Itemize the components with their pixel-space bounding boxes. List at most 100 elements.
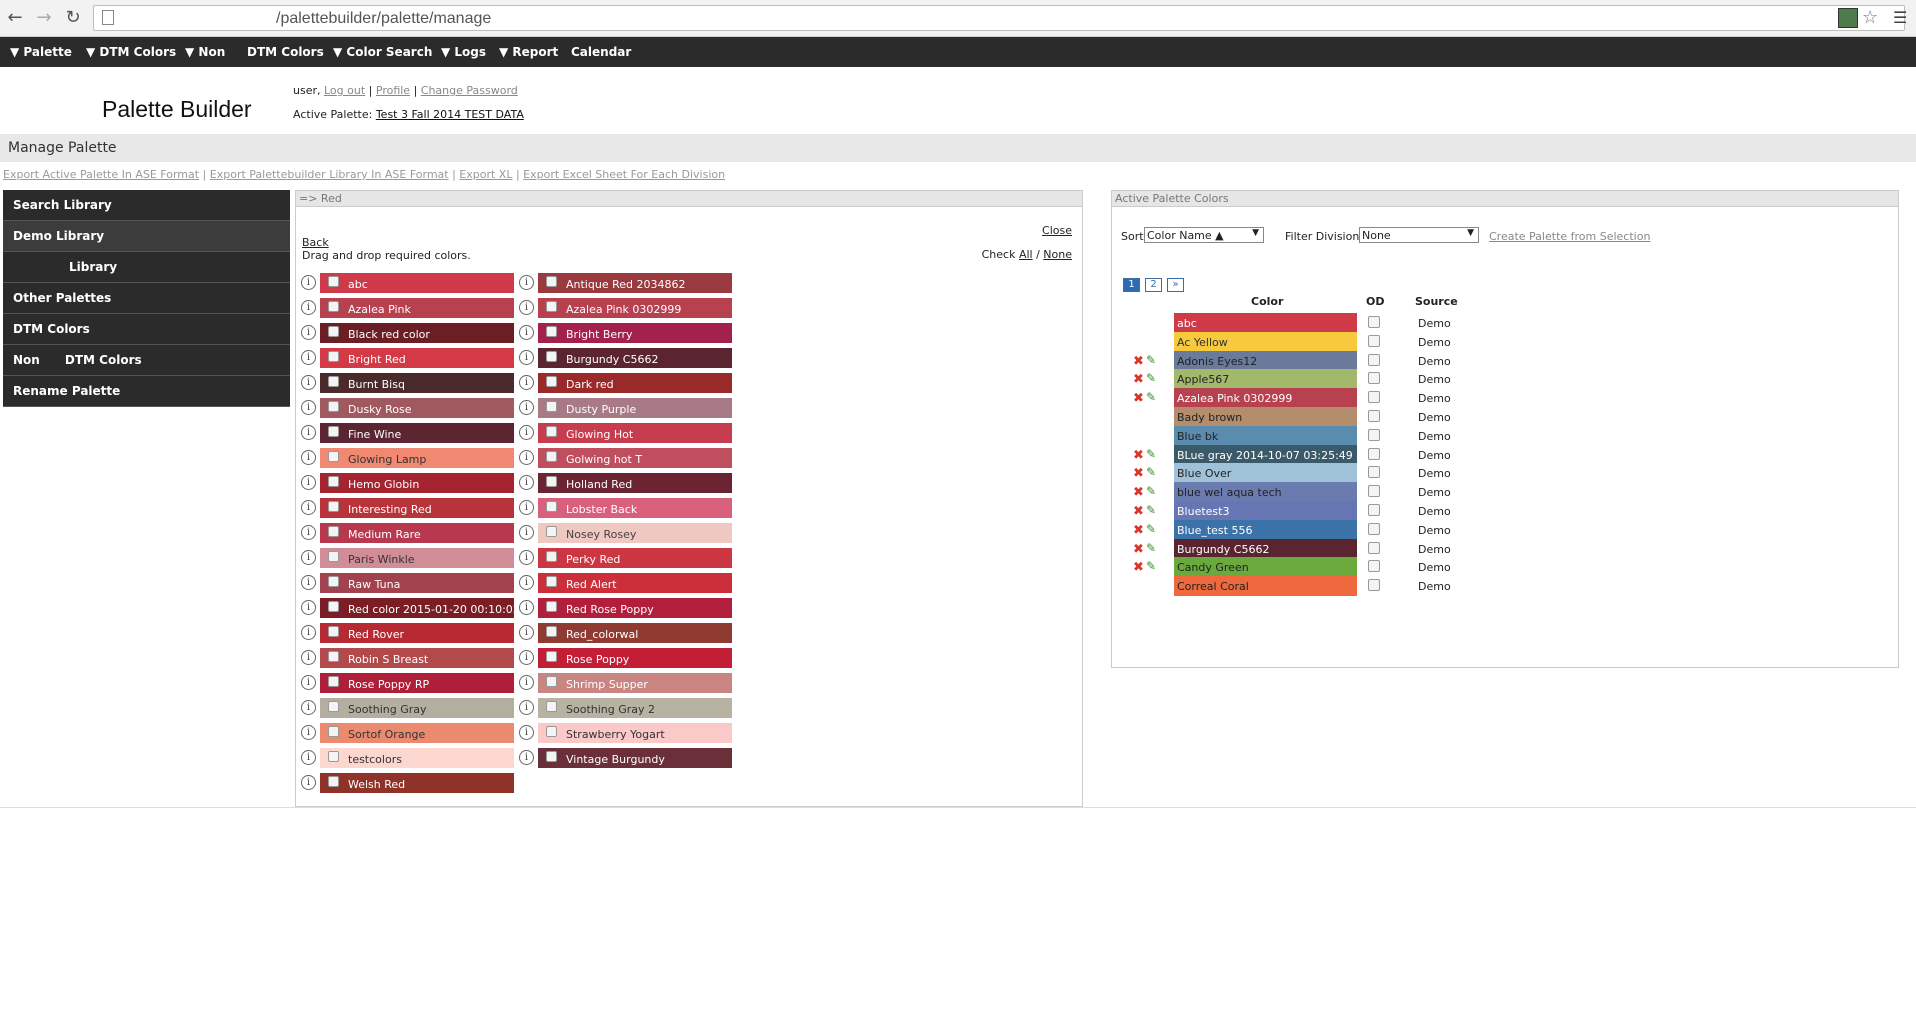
od-checkbox[interactable]	[1368, 579, 1380, 592]
select-checkbox[interactable]	[328, 276, 339, 287]
select-checkbox[interactable]	[546, 526, 557, 537]
select-checkbox[interactable]	[328, 576, 339, 587]
od-checkbox[interactable]	[1368, 447, 1380, 460]
info-icon[interactable]: i	[301, 375, 316, 390]
color-swatch[interactable]: Burnt Bisq	[320, 373, 514, 393]
edit-pencil-icon[interactable]: ✎	[1146, 503, 1156, 517]
sidebar-item-rename-palette[interactable]: Rename Palette	[3, 376, 290, 407]
sidebar-item-search-library[interactable]: Search Library	[3, 190, 290, 221]
info-icon[interactable]: i	[519, 650, 534, 665]
edit-pencil-icon[interactable]: ✎	[1146, 522, 1156, 536]
select-checkbox[interactable]	[328, 551, 339, 562]
select-checkbox[interactable]	[546, 576, 557, 587]
color-swatch[interactable]: Dusky Rose	[320, 398, 514, 418]
delete-icon[interactable]: ✖	[1133, 466, 1144, 481]
sidebar-item-demo-library[interactable]: Demo Library	[3, 221, 290, 252]
select-checkbox[interactable]	[546, 401, 557, 412]
delete-icon[interactable]: ✖	[1133, 560, 1144, 575]
select-checkbox[interactable]	[546, 301, 557, 312]
menu-logs[interactable]: ▼ Logs	[441, 45, 486, 59]
select-checkbox[interactable]	[328, 676, 339, 687]
info-icon[interactable]: i	[301, 650, 316, 665]
close-link[interactable]: Close	[1042, 224, 1072, 237]
info-icon[interactable]: i	[519, 475, 534, 490]
info-icon[interactable]: i	[301, 600, 316, 615]
color-swatch[interactable]: Nosey Rosey	[538, 523, 732, 543]
select-checkbox[interactable]	[546, 276, 557, 287]
menu-palette[interactable]: ▼ Palette	[10, 45, 72, 59]
color-swatch[interactable]: Glowing Lamp	[320, 448, 514, 468]
select-checkbox[interactable]	[328, 751, 339, 762]
profile-link[interactable]: Profile	[376, 84, 410, 97]
color-swatch[interactable]: Dusty Purple	[538, 398, 732, 418]
color-swatch[interactable]: Burgundy C5662	[1174, 538, 1357, 559]
color-swatch[interactable]: Black red color	[320, 323, 514, 343]
select-checkbox[interactable]	[328, 626, 339, 637]
delete-icon[interactable]: ✖	[1133, 523, 1144, 538]
info-icon[interactable]: i	[519, 500, 534, 515]
select-checkbox[interactable]	[328, 776, 339, 787]
select-checkbox[interactable]	[546, 551, 557, 562]
export-library-ase-link[interactable]: Export Palettebuilder Library In ASE For…	[210, 168, 449, 181]
info-icon[interactable]: i	[301, 350, 316, 365]
menu-calendar[interactable]: Calendar	[571, 45, 631, 59]
color-swatch[interactable]: Azalea Pink 0302999	[1174, 388, 1357, 409]
edit-pencil-icon[interactable]: ✎	[1146, 465, 1156, 479]
bookmark-star-icon[interactable]: ☆	[1862, 8, 1882, 28]
select-checkbox[interactable]	[546, 701, 557, 712]
info-icon[interactable]: i	[301, 425, 316, 440]
color-swatch[interactable]: Soothing Gray	[320, 698, 514, 718]
color-swatch[interactable]: Correal Coral	[1174, 576, 1357, 597]
select-checkbox[interactable]	[546, 726, 557, 737]
extension-icon[interactable]	[1838, 8, 1858, 28]
select-checkbox[interactable]	[546, 351, 557, 362]
select-checkbox[interactable]	[328, 301, 339, 312]
select-checkbox[interactable]	[546, 651, 557, 662]
od-checkbox[interactable]	[1368, 522, 1380, 535]
od-checkbox[interactable]	[1368, 560, 1380, 573]
color-swatch[interactable]: Dark red	[538, 373, 732, 393]
info-icon[interactable]: i	[519, 575, 534, 590]
info-icon[interactable]: i	[519, 375, 534, 390]
select-checkbox[interactable]	[328, 726, 339, 737]
color-swatch[interactable]: Red color 2015-01-20 00:10:03	[320, 598, 520, 618]
select-checkbox[interactable]	[546, 676, 557, 687]
color-swatch[interactable]: Blue_test 556	[1174, 519, 1357, 540]
color-swatch[interactable]: Golwing hot T	[538, 448, 732, 468]
info-icon[interactable]: i	[301, 625, 316, 640]
info-icon[interactable]: i	[301, 525, 316, 540]
info-icon[interactable]: i	[519, 750, 534, 765]
od-checkbox[interactable]	[1368, 428, 1380, 441]
color-swatch[interactable]: Rose Poppy RP	[320, 673, 514, 693]
delete-icon[interactable]: ✖	[1133, 542, 1144, 557]
color-swatch[interactable]: Ac Yellow	[1174, 331, 1357, 352]
color-swatch[interactable]: Red Rover	[320, 623, 514, 643]
color-swatch[interactable]: Apple567	[1174, 369, 1357, 390]
reload-icon[interactable]: ↻	[62, 7, 84, 29]
change-password-link[interactable]: Change Password	[421, 84, 518, 97]
color-swatch[interactable]: Red_colorwal	[538, 623, 732, 643]
back-link[interactable]: Back	[302, 236, 329, 249]
check-none-link[interactable]: None	[1043, 248, 1072, 261]
select-checkbox[interactable]	[328, 476, 339, 487]
color-swatch[interactable]: Lobster Back	[538, 498, 732, 518]
delete-icon[interactable]: ✖	[1133, 448, 1144, 463]
info-icon[interactable]: i	[301, 400, 316, 415]
info-icon[interactable]: i	[301, 550, 316, 565]
select-checkbox[interactable]	[546, 751, 557, 762]
info-icon[interactable]: i	[519, 275, 534, 290]
info-icon[interactable]: i	[301, 450, 316, 465]
select-checkbox[interactable]	[546, 476, 557, 487]
color-swatch[interactable]: Adonis Eyes12	[1174, 350, 1357, 371]
color-swatch[interactable]: Robin S Breast	[320, 648, 514, 668]
info-icon[interactable]: i	[519, 625, 534, 640]
select-checkbox[interactable]	[328, 701, 339, 712]
menu-non[interactable]: ▼ Non	[185, 45, 225, 59]
select-checkbox[interactable]	[328, 601, 339, 612]
color-swatch[interactable]: BLue gray 2014-10-07 03:25:49	[1174, 444, 1357, 465]
select-checkbox[interactable]	[328, 401, 339, 412]
sidebar-item-dtm-colors[interactable]: DTM Colors	[3, 314, 290, 345]
od-checkbox[interactable]	[1368, 391, 1380, 404]
color-swatch[interactable]: Azalea Pink 0302999	[538, 298, 732, 318]
color-swatch[interactable]: Bright Berry	[538, 323, 732, 343]
